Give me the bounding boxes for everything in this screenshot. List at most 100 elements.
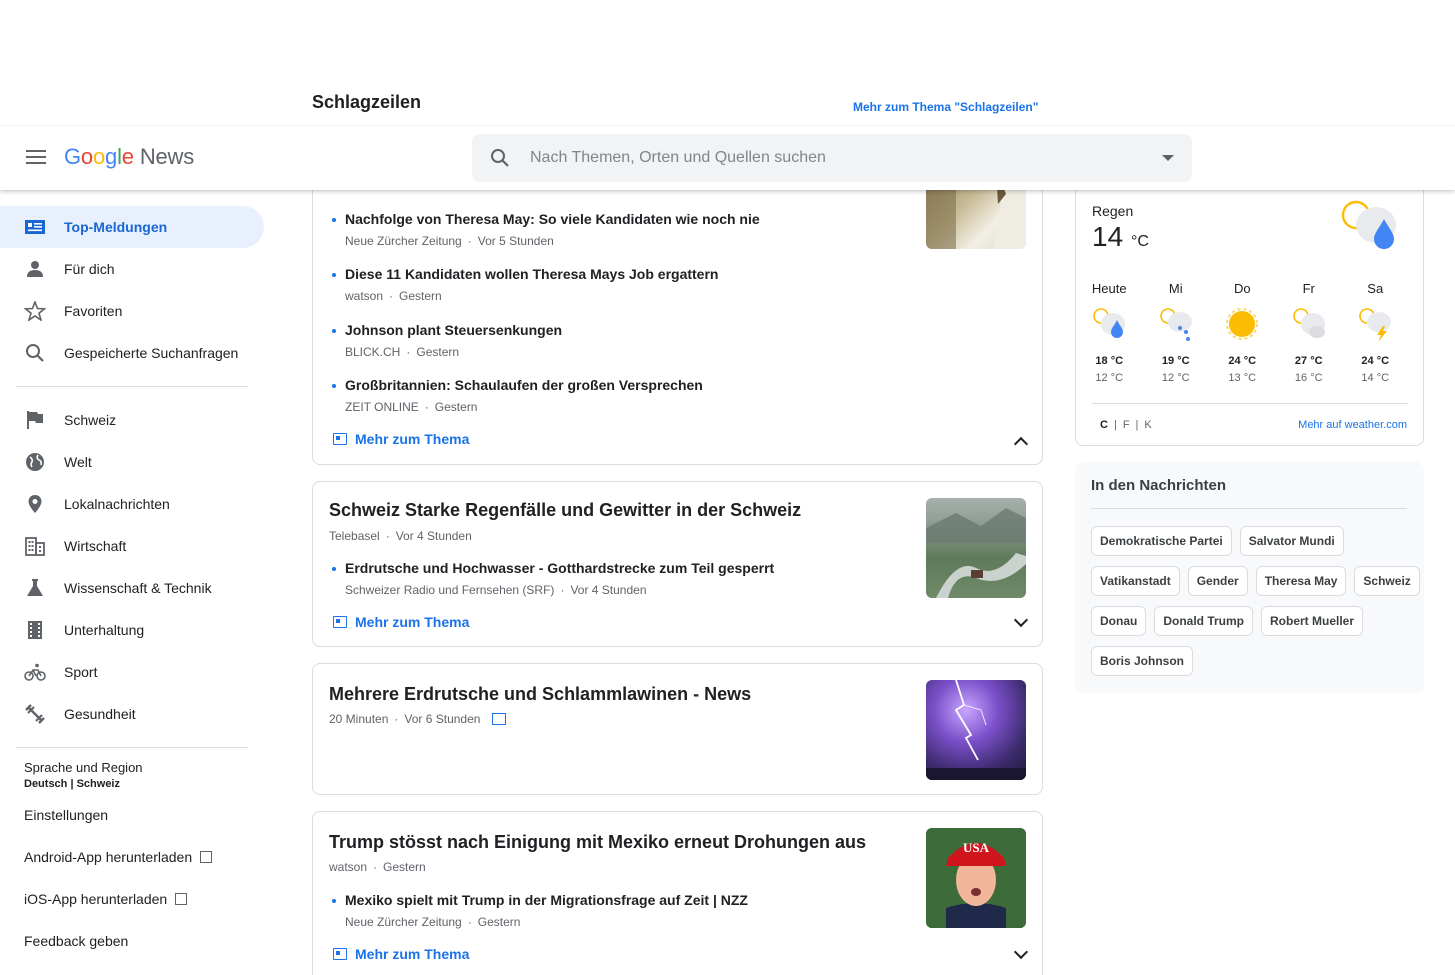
- related-story-title[interactable]: Nachfolge von Theresa May: So viele Kand…: [329, 211, 760, 227]
- sidebar-item-gesundheit[interactable]: Gesundheit: [0, 693, 280, 735]
- story-time: Gestern: [416, 345, 460, 359]
- ios-app-link[interactable]: iOS-App herunterladen: [0, 878, 280, 920]
- story-source[interactable]: watson: [329, 860, 367, 874]
- topic-chip[interactable]: Demokratische Partei: [1091, 526, 1232, 556]
- unit-celsius[interactable]: C: [1100, 419, 1108, 431]
- sidebar-item-lokalnachrichten[interactable]: Lokalnachrichten: [0, 483, 280, 525]
- topic-chip[interactable]: Robert Mueller: [1261, 606, 1364, 636]
- forecast-high: 18 °C: [1095, 355, 1124, 367]
- collapse-icon[interactable]: [1013, 436, 1029, 452]
- full-coverage-link[interactable]: Mehr zum Thema: [333, 431, 469, 447]
- location-pin-icon: [28, 495, 42, 513]
- bicycle-icon: [24, 663, 46, 681]
- sidebar-item-label: Lokalnachrichten: [64, 496, 170, 512]
- trending-divider: [1091, 508, 1407, 509]
- related-story[interactable]: Erdrutsche und Hochwasser - Gotthardstre…: [329, 560, 774, 597]
- search-icon: [491, 149, 509, 167]
- story-source[interactable]: watson: [345, 289, 383, 303]
- related-story[interactable]: Großbritannien: Schaulaufen der großen V…: [329, 377, 703, 414]
- story-source[interactable]: 20 Minuten: [329, 712, 388, 726]
- story-thumbnail[interactable]: [926, 680, 1026, 780]
- drizzle-icon: [1159, 308, 1192, 341]
- forecast-low: 12 °C: [1095, 372, 1124, 384]
- story-title[interactable]: Schweiz Starke Regenfälle und Gewitter i…: [329, 500, 801, 521]
- story-source[interactable]: Schweizer Radio und Fernsehen (SRF): [345, 583, 554, 597]
- star-icon: [24, 301, 46, 321]
- full-coverage-label: Mehr zum Thema: [355, 614, 470, 630]
- sidebar-item-favoriten[interactable]: Favoriten: [0, 290, 280, 332]
- story-title[interactable]: Trump stösst nach Einigung mit Mexiko er…: [329, 832, 866, 853]
- flask-icon: [27, 579, 43, 596]
- story-source[interactable]: Neue Zürcher Zeitung: [345, 915, 462, 929]
- story-time: Gestern: [399, 289, 442, 303]
- search-bar[interactable]: Nach Themen, Orten und Quellen suchen: [472, 134, 1192, 182]
- search-input[interactable]: Nach Themen, Orten und Quellen suchen: [530, 149, 826, 167]
- story-image: USA: [926, 828, 1026, 928]
- sidebar-item-wirtschaft[interactable]: Wirtschaft: [0, 525, 280, 567]
- story-source[interactable]: ZEIT ONLINE: [345, 400, 419, 414]
- story-thumbnail[interactable]: [926, 498, 1026, 598]
- topic-chip[interactable]: Boris Johnson: [1091, 646, 1194, 676]
- unit-kelvin[interactable]: K: [1144, 419, 1151, 431]
- sidebar-item-label: Top-Meldungen: [64, 219, 168, 235]
- story-time: Vor 6 Stunden: [404, 712, 481, 726]
- related-story-title[interactable]: Diese 11 Kandidaten wollen Theresa Mays …: [329, 266, 718, 282]
- related-story-title[interactable]: Erdrutsche und Hochwasser - Gotthardstre…: [329, 560, 774, 576]
- story-title[interactable]: Mehrere Erdrutsche und Schlammlawinen - …: [329, 684, 751, 705]
- topic-chip[interactable]: Schweiz: [1354, 566, 1420, 596]
- weather-forecast: Heute 18 °C 12 °C Mi 19 °C 12 °C Do 24 °…: [1076, 281, 1425, 384]
- sidebar-item-sport[interactable]: Sport: [0, 651, 280, 693]
- film-icon: [28, 621, 42, 639]
- search-options-icon[interactable]: [1162, 155, 1174, 161]
- weather-temperature: 14 °C: [1092, 221, 1149, 253]
- story-source[interactable]: Neue Zürcher Zeitung: [345, 234, 462, 248]
- sidebar-item-schweiz[interactable]: Schweiz: [0, 399, 280, 441]
- related-story[interactable]: Johnson plant Steuersenkungen BLICK.CH · G…: [329, 322, 562, 359]
- related-story-title[interactable]: Johnson plant Steuersenkungen: [329, 322, 562, 338]
- weather-more-link[interactable]: Mehr auf weather.com: [1298, 419, 1407, 431]
- topic-chip[interactable]: Donald Trump: [1154, 606, 1254, 636]
- forecast-high: 27 °C: [1294, 355, 1323, 367]
- dumbbell-icon: [25, 704, 45, 724]
- logo-letter: G: [64, 144, 81, 169]
- sidebar-item-wissenschaft-technik[interactable]: Wissenschaft & Technik: [0, 567, 280, 609]
- sidebar-item-fuer-dich[interactable]: Für dich: [0, 248, 280, 290]
- language-region[interactable]: Sprache und Region Deutsch | Schweiz: [0, 760, 280, 790]
- story-source[interactable]: Telebasel: [329, 529, 380, 543]
- related-story[interactable]: Diese 11 Kandidaten wollen Theresa Mays …: [329, 266, 718, 303]
- sidebar-item-top-meldungen[interactable]: Top-Meldungen: [0, 206, 264, 248]
- related-story-title[interactable]: Großbritannien: Schaulaufen der großen V…: [329, 377, 703, 393]
- topic-chip[interactable]: Theresa May: [1255, 566, 1347, 596]
- settings-link[interactable]: Einstellungen: [0, 794, 280, 836]
- topic-chip[interactable]: Donau: [1091, 606, 1147, 636]
- full-coverage-link[interactable]: Mehr zum Thema: [333, 614, 469, 630]
- section-more-link[interactable]: Mehr zum Thema "Schlagzeilen": [853, 100, 1038, 114]
- story-time: Vor 4 Stunden: [395, 529, 472, 543]
- related-story[interactable]: Mexiko spielt mit Trump in der Migration…: [329, 892, 748, 929]
- menu-icon[interactable]: [26, 150, 46, 166]
- full-coverage-icon[interactable]: [492, 713, 507, 725]
- sidebar-item-gespeicherte-suchanfragen[interactable]: Gespeicherte Suchanfragen: [0, 332, 280, 374]
- full-coverage-link[interactable]: Mehr zum Thema: [333, 946, 469, 962]
- sidebar-item-label: Wirtschaft: [64, 538, 127, 554]
- android-app-link[interactable]: Android-App herunterladen: [0, 836, 280, 878]
- topic-chip[interactable]: Vatikanstadt: [1091, 566, 1180, 596]
- story-source[interactable]: BLICK.CH: [345, 345, 400, 359]
- sidebar-item-welt[interactable]: Welt: [0, 441, 280, 483]
- story-time: Gestern: [434, 400, 478, 414]
- unit-fahrenheit[interactable]: F: [1123, 419, 1130, 431]
- expand-icon[interactable]: [1013, 944, 1029, 960]
- story-card: Mehrere Erdrutsche und Schlammlawinen - …: [312, 663, 1043, 795]
- topic-chip[interactable]: Salvator Mundi: [1239, 526, 1344, 556]
- related-story[interactable]: Nachfolge von Theresa May: So viele Kand…: [329, 211, 760, 248]
- full-coverage-label: Mehr zum Thema: [355, 946, 470, 962]
- forecast-day-name: Heute: [1091, 281, 1127, 296]
- feedback-link[interactable]: Feedback geben: [0, 920, 280, 962]
- expand-icon[interactable]: [1013, 612, 1029, 628]
- sidebar-item-unterhaltung[interactable]: Unterhaltung: [0, 609, 280, 651]
- related-story-title[interactable]: Mexiko spielt mit Trump in der Migration…: [329, 892, 748, 908]
- topic-chip[interactable]: Gender: [1187, 566, 1248, 596]
- story-time: Vor 5 Stunden: [477, 234, 554, 248]
- google-news-logo[interactable]: Google News: [64, 144, 194, 170]
- story-thumbnail[interactable]: USA: [926, 828, 1026, 928]
